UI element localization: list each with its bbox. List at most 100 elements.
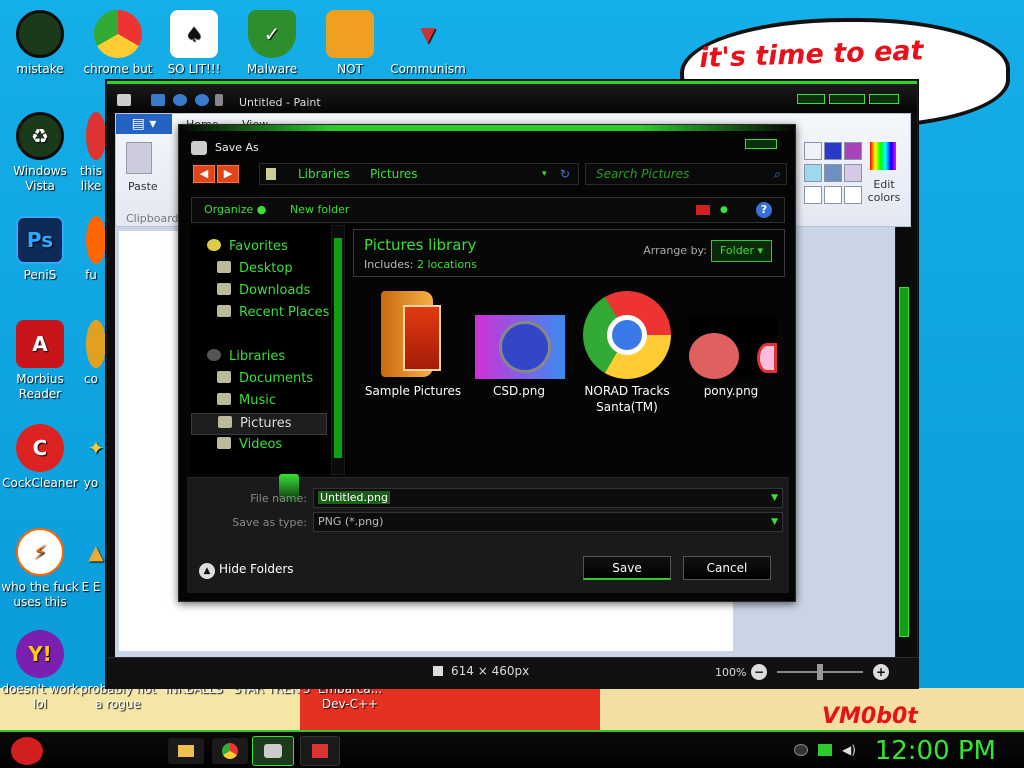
start-button[interactable] <box>8 736 46 766</box>
view-dropdown-icon[interactable]: ● <box>720 198 728 222</box>
taskbar-chrome[interactable] <box>212 738 248 764</box>
nav-videos[interactable]: Videos <box>217 437 282 452</box>
desktop-icon-co[interactable]: co <box>76 320 106 387</box>
organize-button[interactable]: Organize ● <box>204 198 266 222</box>
zoom-in-button[interactable]: + <box>873 664 889 680</box>
desktop-icon-solit[interactable]: ♠ SO LIT!!! <box>154 10 234 77</box>
color-swatch[interactable] <box>844 186 862 204</box>
color-swatch[interactable] <box>804 186 822 204</box>
color-swatch[interactable] <box>804 164 822 182</box>
taskbar: ◀) 12:00 PM <box>0 730 1024 768</box>
desktop-icon-fu[interactable]: fu <box>76 216 106 283</box>
undo-icon[interactable] <box>173 94 187 106</box>
file-name-input[interactable]: Untitled.png ▼ <box>313 488 783 508</box>
save-button[interactable]: Save <box>583 556 671 580</box>
vertical-scrollbar[interactable] <box>895 227 911 657</box>
quick-access-dropdown-icon[interactable] <box>215 94 223 106</box>
help-icon[interactable]: ? <box>756 202 772 218</box>
search-input[interactable]: Search Pictures ⌕ <box>585 163 787 185</box>
taskbar-app[interactable] <box>300 736 340 766</box>
save-as-type-select[interactable]: PNG (*.png) ▼ <box>313 512 783 532</box>
show-hidden-icons[interactable] <box>794 744 808 756</box>
paint-statusbar: 614 × 460px 100% − + <box>107 657 919 689</box>
cancel-button[interactable]: Cancel <box>683 556 771 580</box>
save-icon[interactable] <box>151 94 165 106</box>
navigation-scrollbar[interactable] <box>331 225 345 475</box>
pig-icon <box>326 10 374 58</box>
edit-colors-icon[interactable] <box>870 142 896 170</box>
nav-libraries[interactable]: Libraries <box>207 349 285 364</box>
nav-desktop[interactable]: Desktop <box>217 261 293 276</box>
paste-label[interactable]: Paste <box>128 180 158 193</box>
yahoo-icon: Y! <box>16 630 64 678</box>
desktop-icon-windows-vista[interactable]: ♻ Windows Vista <box>0 112 80 194</box>
file-item[interactable]: CSD.png <box>469 287 569 399</box>
back-button[interactable]: ◀ <box>193 165 215 183</box>
desktop-icon-photoshop[interactable]: Ps PeniS <box>0 216 80 283</box>
color-swatch[interactable] <box>804 142 822 160</box>
desktop-icon-yo[interactable]: ✦ yo <box>76 424 106 491</box>
desktop-icon-not[interactable]: NOT <box>310 10 390 77</box>
breadcrumb-pictures[interactable]: Pictures <box>370 164 418 184</box>
volume-icon[interactable]: ◀) <box>842 744 856 756</box>
breadcrumb-libraries[interactable]: Libraries <box>298 164 350 184</box>
network-icon[interactable] <box>818 744 832 756</box>
color-swatch[interactable] <box>844 142 862 160</box>
forward-button[interactable]: ▶ <box>217 165 239 183</box>
taskbar-paint[interactable] <box>252 736 294 766</box>
minimize-button[interactable] <box>797 94 825 104</box>
color-swatch[interactable] <box>824 164 842 182</box>
color-swatch[interactable] <box>824 142 842 160</box>
desktop-icon-cockcleaner[interactable]: C CockCleaner <box>0 424 80 491</box>
taskbar-clock[interactable]: 12:00 PM <box>875 736 996 766</box>
save-panel: File name: Untitled.png ▼ Save as type: … <box>187 474 789 593</box>
nav-recent-places[interactable]: Recent Places <box>217 305 329 320</box>
desktop-icon-malware[interactable]: ✓ Malware <box>232 10 312 77</box>
nav-downloads[interactable]: Downloads <box>217 283 310 298</box>
search-icon[interactable]: ⌕ <box>773 164 780 184</box>
wallpaper-signature: VM0b0t <box>822 704 918 729</box>
nav-pictures-selected[interactable]: Pictures <box>191 413 327 435</box>
libraries-icon <box>266 168 276 180</box>
hide-folders-button[interactable]: ▲ Hide Folders <box>199 560 294 579</box>
desktop-icon-who-uses-this[interactable]: ⚡ who the fuck uses this <box>0 528 80 610</box>
redo-icon[interactable] <box>195 94 209 106</box>
new-folder-button[interactable]: New folder <box>290 198 349 222</box>
maximize-button[interactable] <box>829 94 865 104</box>
file-item[interactable]: Sample Pictures <box>363 287 463 399</box>
address-bar[interactable]: Libraries Pictures ▾ ↻ <box>259 163 579 185</box>
dialog-close-button[interactable] <box>745 139 777 149</box>
file-name-dropdown-icon[interactable]: ▼ <box>771 489 778 507</box>
library-locations-link[interactable]: 2 locations <box>417 258 477 271</box>
view-options-icon[interactable] <box>696 205 710 215</box>
color-swatch[interactable] <box>824 186 842 204</box>
save-as-type-dropdown-icon[interactable]: ▼ <box>771 513 778 531</box>
desktop-icon-mistake[interactable]: mistake <box>0 10 80 77</box>
nav-music[interactable]: Music <box>217 393 276 408</box>
search-placeholder: Search Pictures <box>596 167 690 181</box>
app-icon <box>312 744 328 758</box>
close-button[interactable] <box>869 94 899 104</box>
zoom-out-button[interactable]: − <box>751 664 767 680</box>
paint-app-icon[interactable] <box>117 94 131 106</box>
desktop-icon-communism[interactable]: ▼ Communism <box>388 10 468 77</box>
arrange-by-dropdown[interactable]: Folder ▾ <box>710 240 772 262</box>
edit-colors-label[interactable]: Edit colors <box>864 178 904 204</box>
desktop-icon-morbius-reader[interactable]: A Morbius Reader <box>0 320 80 402</box>
recent-places-icon <box>217 305 231 317</box>
desktop-icon-e[interactable]: ▲ E E <box>76 528 106 595</box>
desktop-icon-this[interactable]: this like <box>76 112 106 194</box>
zoom-slider-thumb[interactable] <box>817 664 823 680</box>
file-menu-button[interactable]: ▤ ▾ <box>116 114 172 134</box>
refresh-icon[interactable]: ↻ <box>560 164 570 184</box>
color-swatch[interactable] <box>844 164 862 182</box>
taskbar-explorer[interactable] <box>168 738 204 764</box>
dialog-accent-bar <box>179 125 795 131</box>
file-item[interactable]: NORAD Tracks Santa(TM) <box>575 287 679 415</box>
nav-documents[interactable]: Documents <box>217 371 313 386</box>
file-item[interactable]: pony.png <box>681 287 781 399</box>
desktop-icon-doesnt-work[interactable]: Y! doesn't work lol <box>0 630 80 712</box>
nav-favorites[interactable]: Favorites <box>207 239 288 254</box>
address-dropdown-icon[interactable]: ▾ <box>542 164 547 184</box>
paste-icon[interactable] <box>126 142 152 174</box>
